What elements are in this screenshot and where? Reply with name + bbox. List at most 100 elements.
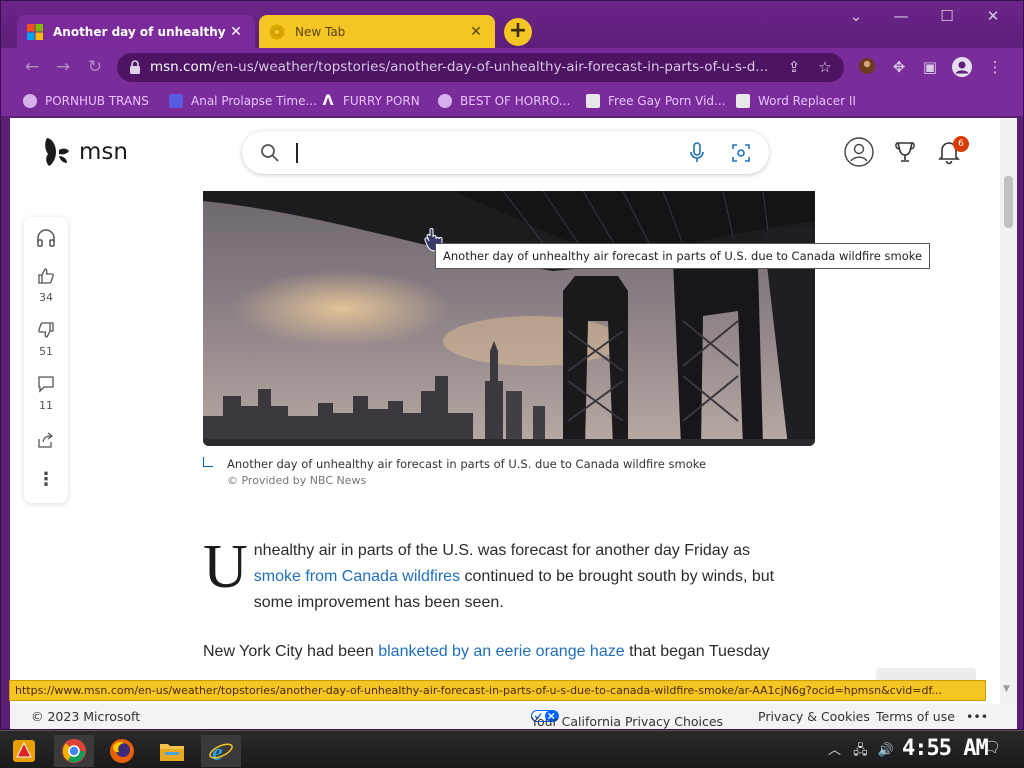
taskbar-internet-explorer[interactable]: e bbox=[201, 735, 241, 767]
bookmark-item[interactable]: BEST OF HORRO... bbox=[438, 92, 570, 110]
bridge-skyline-photo bbox=[203, 191, 815, 446]
copyright-text: © 2023 Microsoft bbox=[31, 709, 141, 724]
profile-extension-icon[interactable] bbox=[857, 57, 877, 77]
search-icon bbox=[261, 144, 279, 162]
volume-icon[interactable]: 🔊 bbox=[878, 743, 894, 758]
bookmarks-bar: PORNHUB TRANS Anal Prolapse Time... Λ FUR… bbox=[1, 86, 1023, 116]
start-logo-icon bbox=[13, 740, 35, 762]
terms-of-use-link[interactable]: Terms of use bbox=[876, 709, 955, 724]
close-window-icon[interactable]: ✕ bbox=[978, 7, 1008, 27]
privacy-choices-label: Your California Privacy Choices bbox=[531, 714, 724, 729]
bookmark-label: Free Gay Porn Vid... bbox=[608, 94, 726, 108]
reload-icon[interactable]: ↻ bbox=[84, 56, 106, 78]
article-hero-image[interactable] bbox=[203, 191, 815, 446]
ie-icon: e bbox=[209, 740, 233, 764]
share-icon bbox=[38, 432, 54, 448]
microsoft-logo-icon bbox=[27, 23, 43, 40]
menu-kebab-icon[interactable]: ⋮ bbox=[985, 57, 1005, 77]
article-paragraph: Unhealthy air in parts of the U.S. was f… bbox=[203, 536, 801, 616]
close-tab-icon[interactable]: ✕ bbox=[227, 24, 245, 40]
side-panel-icon[interactable]: ▣ bbox=[920, 57, 940, 77]
privacy-choices-link[interactable]: Your California Privacy Choices bbox=[531, 709, 723, 729]
engagement-rail: 34 51 11 ⋮ bbox=[24, 217, 68, 503]
bookmark-item[interactable]: Anal Prolapse Time... bbox=[169, 92, 317, 110]
notifications-bell-icon[interactable]: 6 bbox=[934, 136, 969, 169]
bookmark-star-icon[interactable]: ☆ bbox=[815, 57, 835, 77]
extensions-puzzle-icon[interactable]: ✥ bbox=[889, 57, 909, 77]
chrome-icon bbox=[62, 739, 86, 763]
url-domain: msn.com bbox=[150, 59, 212, 75]
address-bar[interactable]: msn.com/en-us/weather/topstories/another… bbox=[117, 53, 844, 82]
bookmark-item[interactable]: Word Replacer II bbox=[736, 92, 856, 110]
tab-msn-article[interactable]: Another day of unhealthy air f ✕ bbox=[17, 15, 255, 48]
privacy-cookies-link[interactable]: Privacy & Cookies bbox=[758, 709, 870, 724]
image-tooltip: Another day of unhealthy air forecast in… bbox=[435, 243, 931, 269]
bookmark-favicon-icon bbox=[169, 94, 183, 108]
article-paragraph: New York City had been blanketed by an e… bbox=[203, 639, 823, 665]
folder-icon bbox=[160, 744, 184, 761]
dislike-button[interactable]: 51 bbox=[24, 321, 68, 358]
link-blanketed-by-orange-haze[interactable]: blanketed by an eerie orange haze bbox=[378, 643, 624, 660]
thumbs-up-icon bbox=[38, 268, 54, 284]
minimize-icon[interactable]: — bbox=[886, 7, 916, 27]
paragraph-text: that began Tuesday bbox=[624, 643, 770, 660]
bookmark-item[interactable]: Free Gay Porn Vid... bbox=[586, 92, 725, 110]
search-input[interactable] bbox=[295, 141, 675, 165]
taskbar-file-explorer[interactable] bbox=[152, 735, 192, 767]
browser-window: Another day of unhealthy air f ✕ New Tab… bbox=[0, 0, 1024, 730]
msn-search-bar[interactable] bbox=[242, 131, 769, 174]
bookmark-item[interactable]: Λ FURRY PORN bbox=[321, 92, 420, 110]
visual-search-icon[interactable] bbox=[731, 143, 751, 163]
tray-chevron-icon[interactable]: ︿ bbox=[828, 743, 841, 758]
close-tab-icon[interactable]: ✕ bbox=[467, 24, 485, 40]
image-caption: Another day of unhealthy air forecast in… bbox=[227, 457, 707, 471]
back-icon[interactable]: ← bbox=[21, 56, 43, 78]
bookmark-label: FURRY PORN bbox=[343, 94, 420, 108]
taskbar-clock[interactable]: 4:55 AM bbox=[902, 736, 989, 761]
account-avatar-icon[interactable] bbox=[952, 57, 972, 77]
link-smoke-from-canada-wildfires[interactable]: smoke from Canada wildfires bbox=[254, 568, 460, 585]
tab-strip: Another day of unhealthy air f ✕ New Tab… bbox=[1, 1, 1023, 48]
start-button[interactable] bbox=[4, 735, 44, 767]
svg-text:e: e bbox=[212, 740, 223, 764]
new-tab-button[interactable]: + bbox=[504, 18, 532, 46]
tab-new-tab[interactable]: New Tab ✕ bbox=[259, 15, 495, 48]
bookmark-favicon-icon bbox=[586, 94, 600, 108]
paragraph-text: nhealthy air in parts of the U.S. was fo… bbox=[253, 542, 751, 559]
account-icon[interactable] bbox=[844, 137, 874, 167]
page-viewport: msn 6 34 51 11 ⋮ Another day of unhealth… bbox=[10, 118, 1017, 704]
paragraph-text: New York City had been bbox=[203, 643, 379, 660]
scrollbar-thumb[interactable] bbox=[1004, 176, 1013, 228]
rewards-trophy-icon[interactable] bbox=[890, 140, 920, 170]
url-text: msn.com/en-us/weather/topstories/another… bbox=[150, 59, 770, 75]
listen-button[interactable] bbox=[24, 229, 68, 251]
caption-corner-mark bbox=[203, 457, 213, 467]
headphones-icon bbox=[37, 229, 55, 247]
taskbar-chrome[interactable] bbox=[54, 735, 94, 767]
scroll-down-arrow-icon[interactable]: ▼ bbox=[1003, 684, 1010, 694]
like-button[interactable]: 34 bbox=[24, 267, 68, 304]
firefox-icon bbox=[110, 739, 134, 763]
share-button[interactable] bbox=[24, 431, 68, 453]
notification-center-icon[interactable]: 🗨 bbox=[982, 738, 1001, 756]
forward-icon[interactable]: → bbox=[52, 56, 74, 78]
more-options-icon[interactable]: ⋮ bbox=[24, 469, 68, 490]
chrome-logo-icon bbox=[269, 24, 285, 39]
msn-logo[interactable]: msn bbox=[43, 136, 128, 168]
tab-search-icon[interactable]: ⌄ bbox=[841, 7, 871, 27]
tab-title: Another day of unhealthy air f bbox=[53, 24, 227, 39]
windows-taskbar: e ︿ 🖧 🔊 4:55 AM 🗨 bbox=[0, 730, 1024, 768]
bookmark-label: Word Replacer II bbox=[758, 94, 856, 108]
maximize-icon[interactable]: ☐ bbox=[932, 7, 962, 27]
tab-title: New Tab bbox=[295, 24, 346, 39]
comments-button[interactable]: 11 bbox=[24, 375, 68, 412]
microphone-icon[interactable] bbox=[689, 142, 705, 164]
footer-more-icon[interactable]: ••• bbox=[966, 709, 988, 724]
globe-icon bbox=[23, 94, 37, 108]
taskbar-firefox[interactable] bbox=[102, 735, 142, 767]
system-tray: ︿ 🖧 🔊 bbox=[828, 739, 894, 763]
bookmark-item[interactable]: PORNHUB TRANS bbox=[23, 92, 149, 110]
comment-count: 11 bbox=[39, 399, 53, 412]
network-icon[interactable]: 🖧 bbox=[853, 743, 868, 758]
share-icon[interactable]: ⇪ bbox=[784, 57, 804, 77]
